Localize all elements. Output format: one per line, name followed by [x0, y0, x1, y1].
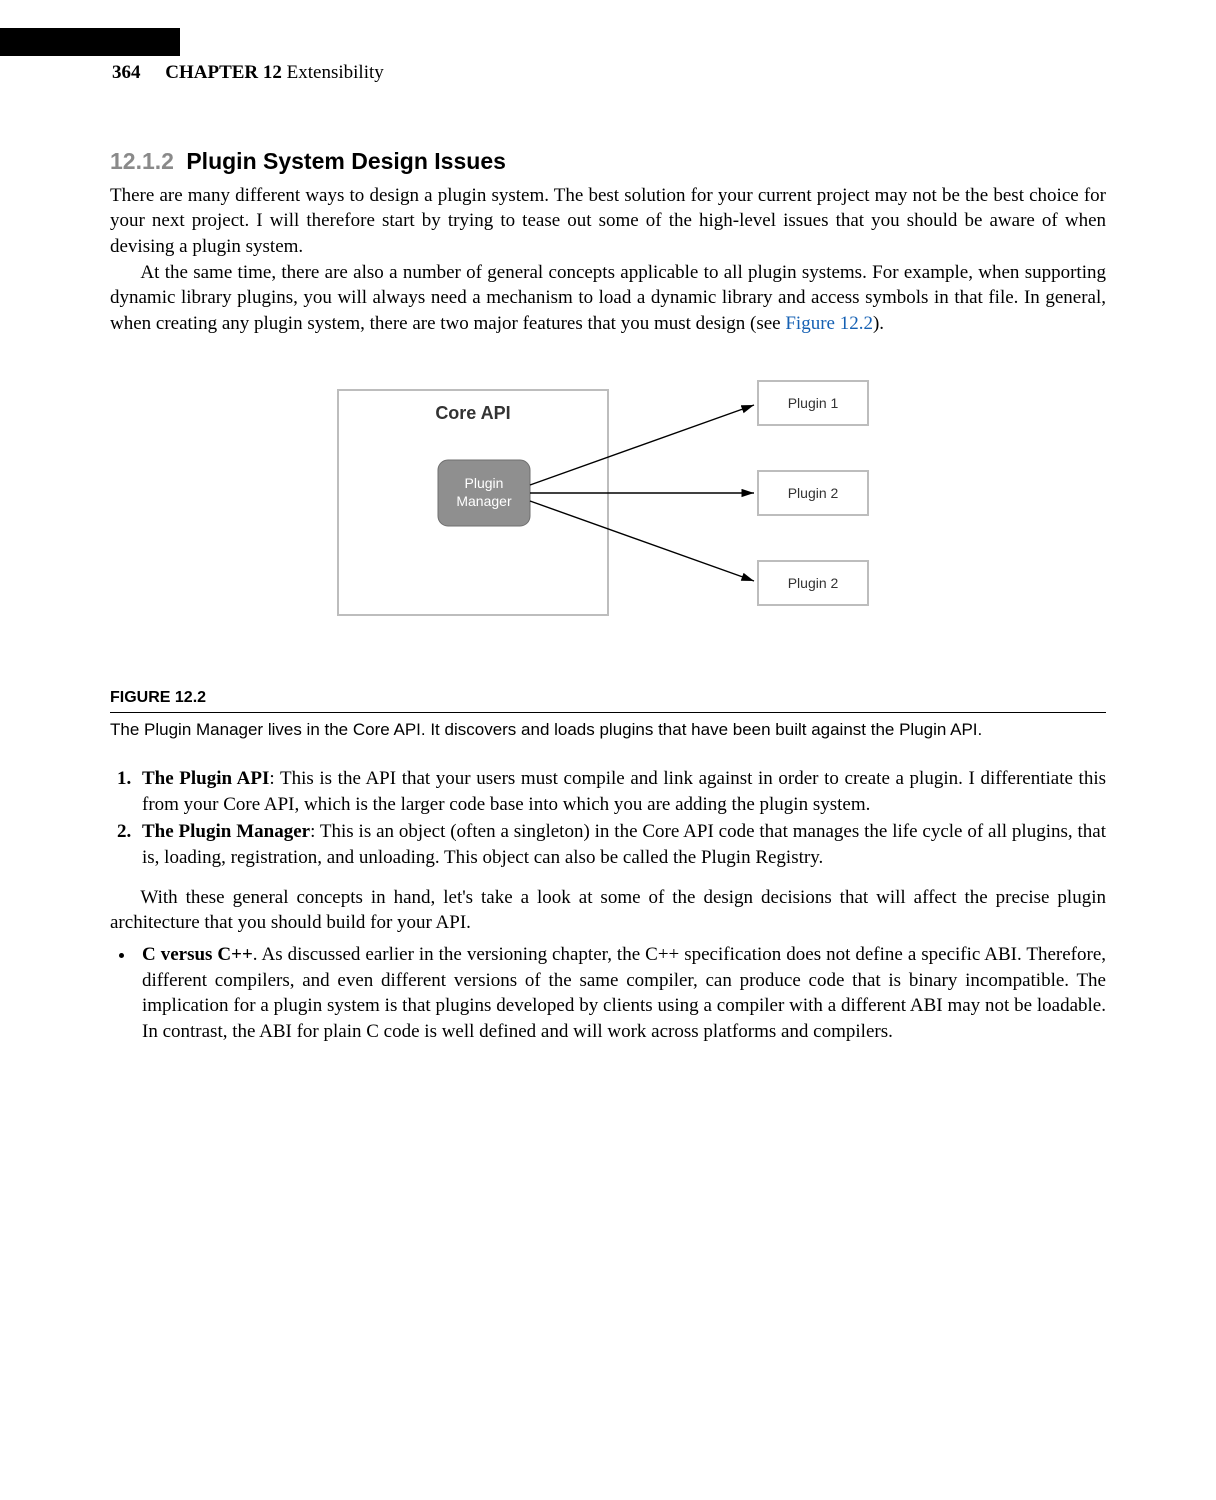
- section-title: Plugin System Design Issues: [186, 148, 506, 174]
- page-corner-marker: [0, 28, 180, 56]
- figure-svg: Core API Plugin Manager Plugin 1 Plugin …: [328, 375, 888, 665]
- list-item: C versus C++. As discussed earlier in th…: [136, 942, 1106, 1045]
- plugin-manager-box: Plugin Manager: [438, 460, 530, 526]
- list-item-text: : This is the API that your users must c…: [142, 768, 1106, 815]
- bullet-list: C versus C++. As discussed earlier in th…: [110, 942, 1106, 1045]
- list-item-term: The Plugin API: [142, 768, 269, 789]
- figure-label: FIGURE 12.2: [110, 687, 1106, 709]
- list-item: The Plugin API: This is the API that you…: [136, 766, 1106, 817]
- plugin-box-3: Plugin 2: [758, 561, 868, 605]
- body-paragraph-3: With these general concepts in hand, let…: [110, 885, 1106, 936]
- definition-list: The Plugin API: This is the API that you…: [110, 766, 1106, 871]
- bullet-term: C versus C: [142, 944, 231, 965]
- figure-caption: The Plugin Manager lives in the Core API…: [110, 719, 1106, 742]
- section-heading: 12.1.2 Plugin System Design Issues: [110, 146, 1106, 177]
- list-item-term: The Plugin Manager: [142, 821, 310, 842]
- plugin-box-3-label: Plugin 2: [788, 575, 839, 591]
- plugin-box-1-label: Plugin 1: [788, 395, 839, 411]
- bullet-term-plus: ++: [231, 944, 253, 965]
- core-api-label: Core API: [435, 403, 510, 423]
- plugin-manager-label-1: Plugin: [465, 475, 504, 491]
- figure-rule: [110, 712, 1106, 713]
- running-header: 364 CHAPTER 12 Extensibility: [112, 60, 1106, 86]
- body-paragraph-2: At the same time, there are also a numbe…: [110, 260, 1106, 337]
- section-number: 12.1.2: [110, 148, 174, 174]
- chapter-label: CHAPTER 12: [165, 62, 282, 83]
- plugin-box-1: Plugin 1: [758, 381, 868, 425]
- plugin-box-2-label: Plugin 2: [788, 485, 839, 501]
- body-paragraph-2b: ).: [873, 313, 884, 334]
- body-paragraph-2a: At the same time, there are also a numbe…: [110, 262, 1106, 334]
- chapter-title: Extensibility: [287, 62, 384, 83]
- plugin-box-2: Plugin 2: [758, 471, 868, 515]
- bullet-text-1: . As discussed earlier in the versioning…: [253, 944, 658, 965]
- list-item: The Plugin Manager: This is an object (o…: [136, 819, 1106, 870]
- figure-cross-reference[interactable]: Figure 12.2: [785, 313, 873, 334]
- page-number: 364: [112, 62, 141, 83]
- plugin-manager-label-2: Manager: [456, 493, 512, 509]
- bullet-plus-2: ++: [658, 944, 679, 965]
- body-paragraph-1: There are many different ways to design …: [110, 183, 1106, 260]
- figure-diagram: Core API Plugin Manager Plugin 1 Plugin …: [328, 375, 888, 665]
